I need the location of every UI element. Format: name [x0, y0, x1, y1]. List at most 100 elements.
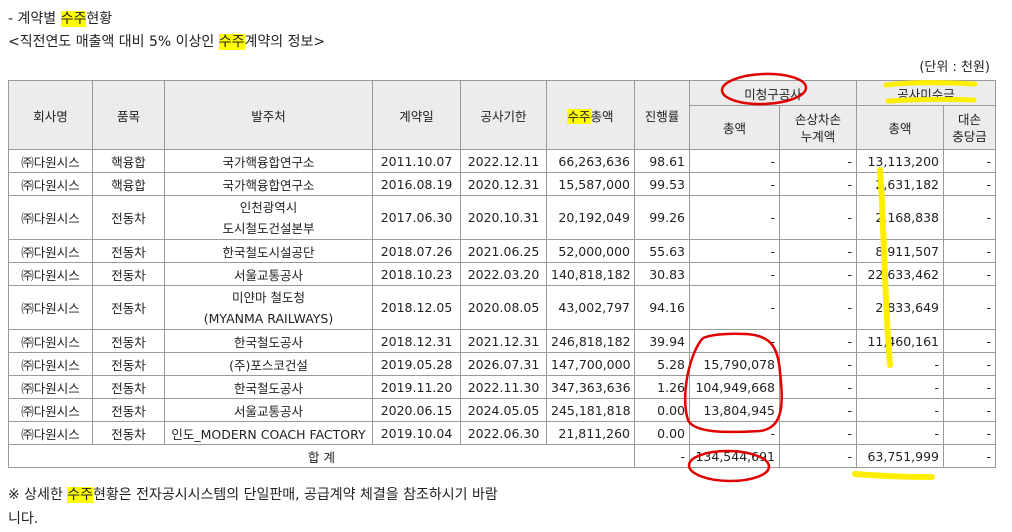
- highlight-suju: 수주: [60, 11, 87, 27]
- table-row: ㈜다원시스 전동차 한국철도공사 2019.11.20 2022.11.30 347,36…: [8, 375, 997, 399]
- item-cell: 핵융합: [92, 149, 165, 173]
- total-cell: 15,587,000: [546, 172, 635, 196]
- item-cell: 핵융합: [92, 172, 165, 196]
- unit-label: (단위 : 천원): [919, 60, 990, 75]
- table-row: ㈜다원시스 전동차 한국철도공사 2018.12.31 2021.12.31 246,81…: [8, 329, 997, 353]
- contract-date-cell: 2020.06.15: [372, 398, 461, 422]
- period-cell: 2021.06.25: [460, 239, 547, 263]
- allowance-cell: -: [943, 421, 997, 445]
- sum-loss: -: [778, 444, 858, 468]
- client-cell: 서울교통공사: [164, 398, 373, 422]
- allowance-cell: -: [943, 375, 997, 399]
- receivable-cell: 8,911,507: [856, 239, 945, 263]
- loss-cell: -: [778, 239, 858, 263]
- allowance-cell: -: [943, 172, 997, 196]
- company-cell: ㈜다원시스: [8, 172, 93, 196]
- item-cell: 전동차: [92, 329, 165, 353]
- client-cell: 인도_MODERN COACH FACTORY: [164, 421, 373, 445]
- company-cell: ㈜다원시스: [8, 239, 93, 263]
- period-cell: 2026.07.31: [460, 352, 547, 376]
- receivable-cell: -: [856, 375, 945, 399]
- allowance-cell: -: [943, 329, 997, 353]
- item-cell: 전동차: [92, 421, 165, 445]
- item-cell: 전동차: [92, 239, 165, 263]
- header-item: 품목: [92, 80, 165, 150]
- item-cell: 전동차: [92, 262, 165, 286]
- client-cell: (주)포스코건설: [164, 352, 373, 376]
- allowance-cell: -: [943, 285, 997, 330]
- header-progress: 진행률: [634, 80, 690, 150]
- yellow-underline-receivable-sum: [852, 471, 935, 480]
- company-cell: ㈜다원시스: [8, 375, 93, 399]
- total-cell: 52,000,000: [546, 239, 635, 263]
- table-row: ㈜다원시스 전동차 서울교통공사 2020.06.15 2024.05.05 245,18…: [8, 398, 997, 422]
- company-cell: ㈜다원시스: [8, 329, 93, 353]
- loss-cell: -: [778, 149, 858, 173]
- progress-cell: 39.94: [634, 329, 690, 353]
- table-row: ㈜다원시스 전동차 한국철도시설공단 2018.07.26 2021.06.25 52,0…: [8, 239, 997, 263]
- sum-row: 합 계 -134,544,691-63,751,999-: [8, 444, 997, 468]
- item-cell: 전동차: [92, 375, 165, 399]
- progress-cell: 0.00: [634, 421, 690, 445]
- allowance-cell: -: [943, 262, 997, 286]
- unbilled-cell: -: [689, 421, 780, 445]
- client-cell: 한국철도시설공단: [164, 239, 373, 263]
- company-cell: ㈜다원시스: [8, 352, 93, 376]
- sum-unbilled: 134,544,691: [689, 444, 780, 468]
- contract-date-cell: 2016.08.19: [372, 172, 461, 196]
- loss-cell: -: [778, 262, 858, 286]
- company-cell: ㈜다원시스: [8, 285, 93, 330]
- receivable-cell: -: [856, 398, 945, 422]
- allowance-cell: -: [943, 239, 997, 263]
- company-cell: ㈜다원시스: [8, 195, 93, 240]
- total-cell: 66,263,636: [546, 149, 635, 173]
- sum-progress: -: [634, 444, 690, 468]
- highlight-suju: 수주: [218, 34, 245, 50]
- header-period: 공사기한: [460, 80, 547, 150]
- highlight-suju: 수주: [67, 487, 94, 503]
- period-cell: 2021.12.31: [460, 329, 547, 353]
- table-row: ㈜다원시스 전동차 서울교통공사 2018.10.23 2022.03.20 140,81…: [8, 262, 997, 286]
- total-cell: 245,181,818: [546, 398, 635, 422]
- contract-date-cell: 2019.10.04: [372, 421, 461, 445]
- item-cell: 전동차: [92, 285, 165, 330]
- progress-cell: 55.63: [634, 239, 690, 263]
- receivable-cell: 2,168,838: [856, 195, 945, 240]
- period-cell: 2020.08.05: [460, 285, 547, 330]
- loss-cell: -: [778, 352, 858, 376]
- period-cell: 2020.10.31: [460, 195, 547, 240]
- allowance-cell: -: [943, 352, 997, 376]
- receivable-cell: 2,833,649: [856, 285, 945, 330]
- unbilled-cell: -: [689, 239, 780, 263]
- unbilled-cell: -: [689, 262, 780, 286]
- contract-date-cell: 2018.12.31: [372, 329, 461, 353]
- loss-cell: -: [778, 195, 858, 240]
- sum-label: 합 계: [8, 444, 635, 468]
- header-client: 발주처: [164, 80, 373, 150]
- contract-date-cell: 2019.05.28: [372, 352, 461, 376]
- header-contract-date: 계약일: [372, 80, 461, 150]
- section-title: - 계약별 수주현황: [8, 11, 113, 27]
- loss-cell: -: [778, 375, 858, 399]
- progress-cell: 30.83: [634, 262, 690, 286]
- header-unbilled: 미청구공사: [688, 80, 858, 106]
- contract-date-cell: 2018.10.23: [372, 262, 461, 286]
- contract-date-cell: 2017.06.30: [372, 195, 461, 240]
- header-company: 회사명: [8, 80, 93, 150]
- total-cell: 20,192,049: [546, 195, 635, 240]
- company-cell: ㈜다원시스: [8, 262, 93, 286]
- unbilled-cell: -: [689, 329, 780, 353]
- item-cell: 전동차: [92, 398, 165, 422]
- receivable-cell: 22,633,462: [856, 262, 945, 286]
- header-total: 수주총액: [546, 80, 635, 150]
- total-cell: 140,818,182: [546, 262, 635, 286]
- total-cell: 246,818,182: [546, 329, 635, 353]
- receivable-cell: 13,113,200: [856, 149, 945, 173]
- period-cell: 2020.12.31: [460, 172, 547, 196]
- unbilled-cell: -: [689, 149, 780, 173]
- client-cell: 국가핵융합연구소: [164, 149, 373, 173]
- loss-cell: -: [778, 329, 858, 353]
- total-cell: 147,700,000: [546, 352, 635, 376]
- progress-cell: 99.53: [634, 172, 690, 196]
- contract-date-cell: 2011.10.07: [372, 149, 461, 173]
